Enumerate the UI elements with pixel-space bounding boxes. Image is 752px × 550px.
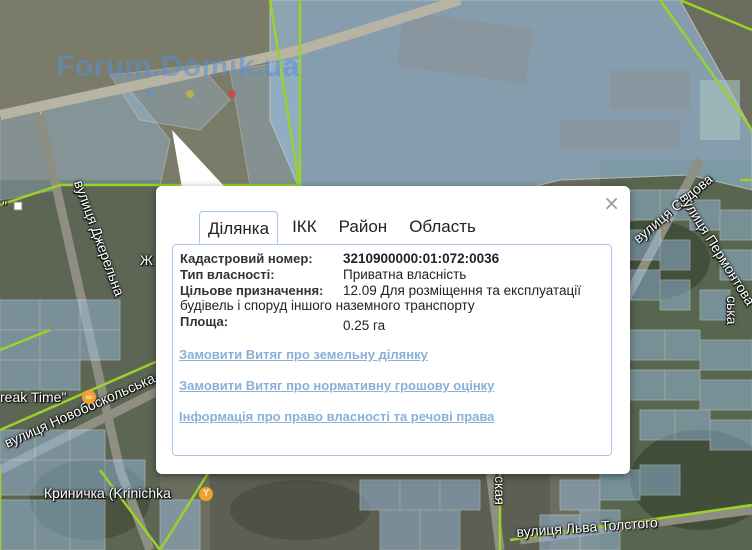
purpose-value-continued: будівель і споруд іншого наземного транс… [180, 298, 475, 313]
area-label: Площа: [180, 314, 229, 329]
area-value: 0.25 га [343, 318, 386, 333]
ownership-value: Приватна власність [343, 267, 467, 282]
parcel-info-popup: × Ділянка ІКК Район Область Кадастровий … [156, 186, 630, 474]
tab-oblast[interactable]: Область [401, 211, 484, 239]
quote-fragment: " [2, 198, 7, 214]
street-fragment-ska-bottom: ська [724, 296, 740, 325]
cadastral-value: 3210900000:01:072:0036 [343, 251, 500, 266]
popup-pointer [172, 130, 224, 188]
popup-tabs: Ділянка ІКК Район Область [199, 211, 490, 245]
bar-icon[interactable]: Y [199, 487, 213, 501]
ownership-row: Тип власності: Приватна власність [180, 267, 610, 283]
cadastral-row: Кадастровий номер: 3210900000:01:072:003… [180, 251, 610, 267]
tab-ikk[interactable]: ІКК [284, 211, 325, 239]
area-row: Площа: 0.25 га [180, 314, 610, 334]
parcel-info: Кадастровий номер: 3210900000:01:072:003… [180, 251, 610, 334]
purpose-label: Цільове призначення: [180, 283, 324, 298]
cadastral-label: Кадастровий номер: [180, 251, 313, 266]
poi-break-time[interactable]: reak Time" [0, 389, 66, 405]
purpose-row: Цільове призначення: 12.09 Для розміщенн… [180, 283, 610, 299]
close-icon[interactable]: × [603, 192, 620, 214]
tab-panel: Кадастровий номер: 3210900000:01:072:003… [172, 244, 612, 456]
cafe-icon[interactable]: ☕ [82, 390, 96, 404]
ownership-label: Тип власності: [180, 267, 275, 282]
order-land-extract-link[interactable]: Замовити Витяг про земельну ділянку [179, 347, 428, 362]
tab-rayon[interactable]: Район [331, 211, 396, 239]
street-fragment-zh: Ж [140, 252, 153, 268]
order-valuation-extract-link[interactable]: Замовити Витяг про нормативну грошову оц… [179, 378, 494, 393]
poi-krinichka[interactable]: Криничка (Krinichka [44, 485, 171, 501]
ownership-rights-info-link[interactable]: Інформація про право власності та речові… [179, 409, 494, 424]
purpose-value: 12.09 Для розміщення та експлуатації [343, 283, 582, 298]
tab-dilyanka[interactable]: Ділянка [199, 211, 279, 244]
watermark: Forum.Domik.ua [56, 50, 300, 83]
street-fragment-ska-right: ская [492, 476, 508, 505]
